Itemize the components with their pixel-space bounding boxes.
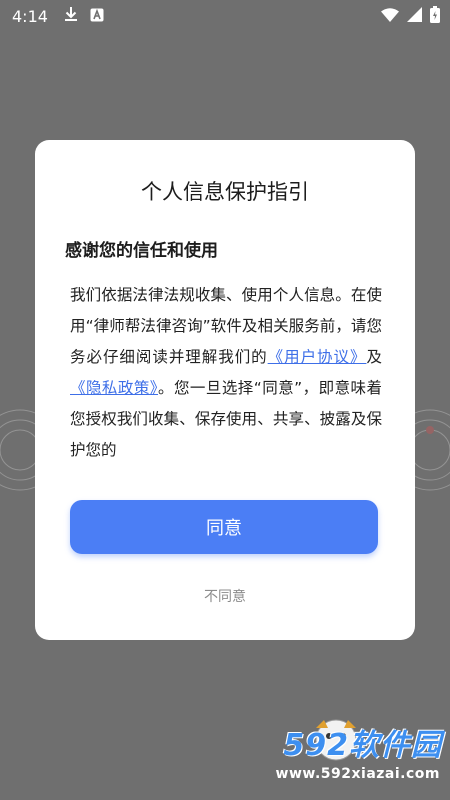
keyboard-icon: [90, 7, 104, 26]
dialog-title: 个人信息保护指引: [141, 180, 309, 204]
signal-icon: [407, 6, 422, 26]
body-conjunction: 及: [366, 348, 382, 366]
privacy-policy-link[interactable]: 《隐私政策》: [70, 379, 158, 397]
watermark-brand: 592软件园: [283, 728, 442, 763]
wifi-icon: [381, 7, 399, 26]
agree-button[interactable]: 同意: [70, 500, 378, 554]
user-agreement-link[interactable]: 《用户协议》: [268, 348, 367, 366]
status-bar: 4:14: [0, 0, 450, 32]
download-icon: [64, 6, 78, 26]
system-icons: [381, 5, 440, 27]
battery-icon: [430, 5, 440, 27]
dialog-body[interactable]: 我们依据法律法规收集、使用个人信息。在使用“律师帮法律咨询”软件及相关服务前，请…: [70, 280, 382, 470]
dialog-subtitle: 感谢您的信任和使用: [65, 241, 218, 261]
status-time: 4:14: [12, 6, 48, 26]
watermark-url: www.592xiazai.com: [275, 766, 440, 782]
notification-icons: [64, 6, 104, 26]
privacy-dialog: 个人信息保护指引 感谢您的信任和使用 我们依据法律法规收集、使用个人信息。在使用…: [35, 140, 415, 640]
disagree-button[interactable]: 不同意: [35, 586, 415, 606]
